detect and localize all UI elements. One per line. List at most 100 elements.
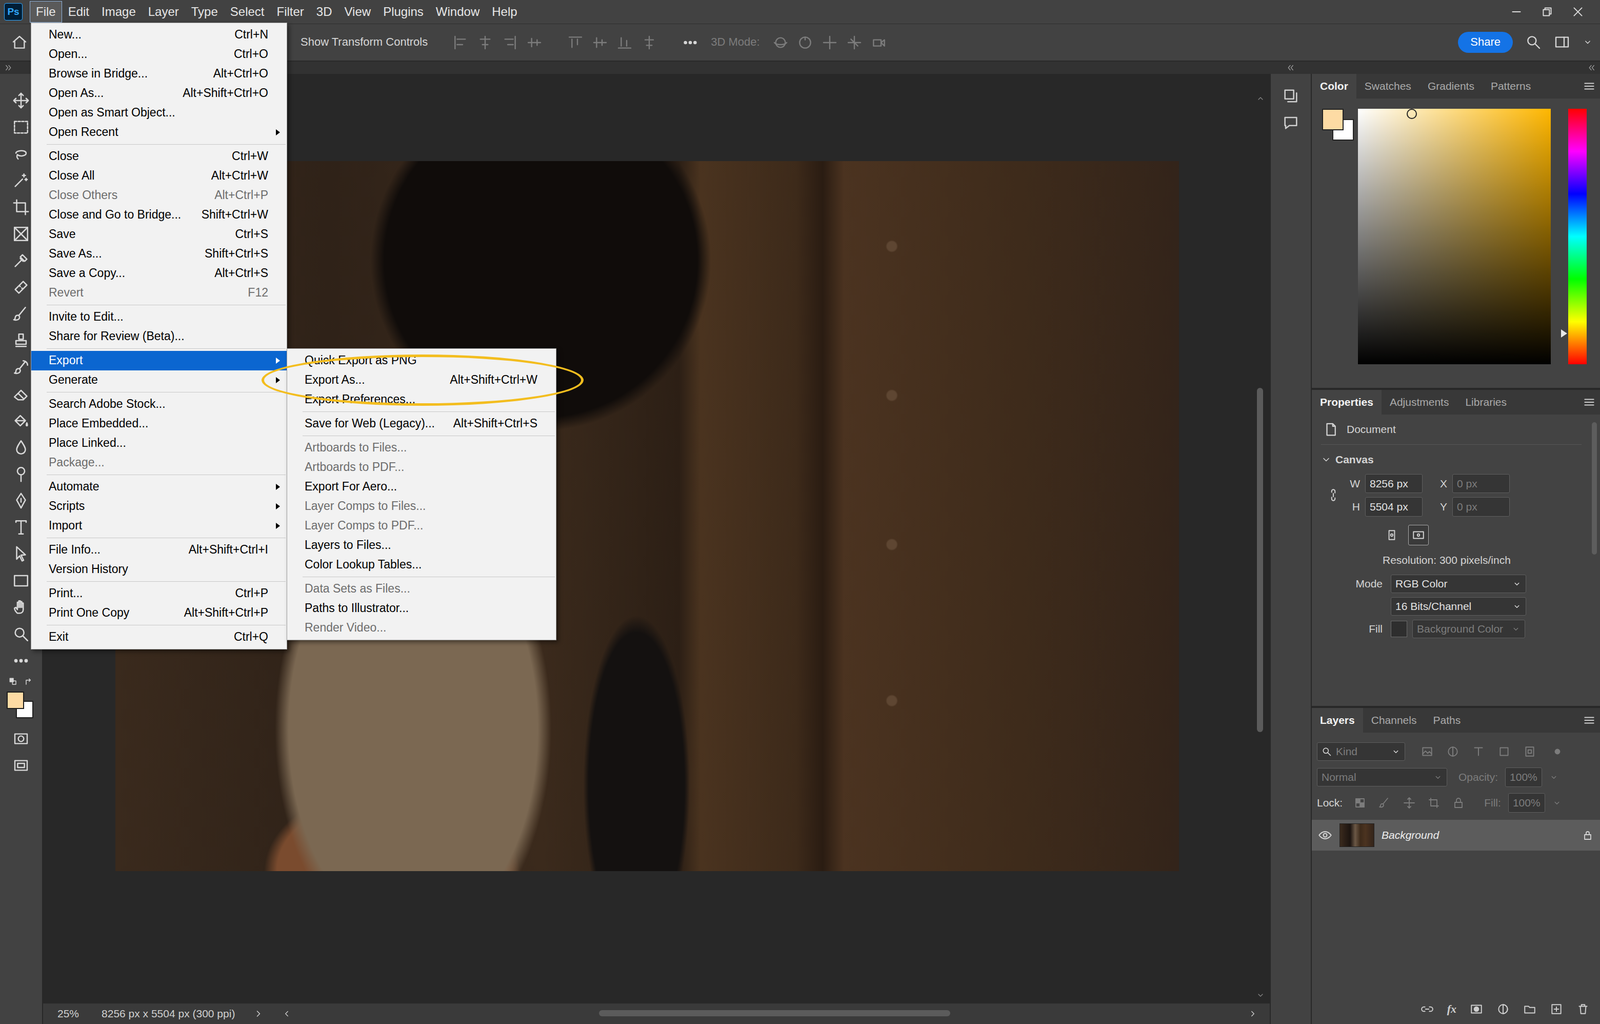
menu-entry[interactable]: Quick Export as PNG	[287, 350, 556, 371]
menu-entry[interactable]: Open Recent	[31, 122, 287, 143]
menu-entry[interactable]: Layers to Files...	[287, 535, 556, 555]
zoom-level[interactable]: 25%	[57, 1006, 79, 1020]
fill-caret-icon[interactable]	[1552, 797, 1562, 808]
type-tool-icon[interactable]	[12, 518, 30, 536]
menu-entry[interactable]: Import	[31, 515, 287, 536]
opacity-field[interactable]: 100%	[1505, 767, 1543, 787]
delete-layer-icon[interactable]	[1576, 1002, 1590, 1016]
chain-link-icon[interactable]	[1326, 488, 1340, 502]
scroll-down-icon[interactable]	[1256, 990, 1265, 999]
paint-bucket-tool-icon[interactable]	[12, 411, 30, 430]
expand-toolbar-icon[interactable]	[4, 63, 14, 73]
horizontal-scroll-thumb[interactable]	[598, 1009, 950, 1016]
minimize-icon[interactable]	[1509, 5, 1524, 19]
slide-3d-icon[interactable]	[846, 34, 863, 51]
opacity-caret-icon[interactable]	[1549, 772, 1559, 782]
menu-entry[interactable]: ExportQuick Export as PNGExport As...Alt…	[31, 350, 287, 371]
adjustment-filter-icon[interactable]	[1446, 744, 1460, 758]
pixel-filter-icon[interactable]	[1420, 744, 1434, 758]
blend-mode-select[interactable]: Normal	[1316, 767, 1448, 787]
menu-entry[interactable]: Save for Web (Legacy)...Alt+Shift+Ctrl+S	[287, 413, 556, 434]
menu-entry[interactable]: Place Linked...	[31, 433, 287, 453]
align-right-icon[interactable]	[501, 34, 518, 51]
menu-entry[interactable]: Browse in Bridge...Alt+Ctrl+O	[31, 64, 287, 84]
menu-bar-item[interactable]: Filter	[270, 1, 311, 24]
panel-tab[interactable]: Properties	[1311, 389, 1382, 415]
rectangle-tool-icon[interactable]	[12, 571, 30, 590]
search-icon[interactable]	[1525, 33, 1542, 51]
menu-entry[interactable]: Color Lookup Tables...	[287, 554, 556, 575]
panel-tab[interactable]: Layers	[1311, 707, 1364, 733]
align-middle-icon[interactable]	[591, 34, 609, 51]
horizontal-scroll-track[interactable]	[295, 1009, 1245, 1017]
filter-toggle-icon[interactable]	[1551, 745, 1564, 757]
menu-entry[interactable]: Export Preferences...	[287, 389, 556, 410]
menu-entry[interactable]: Close AllAlt+Ctrl+W	[31, 166, 287, 186]
vertical-scroll-thumb[interactable]	[1256, 387, 1264, 732]
lock-artboard-icon[interactable]	[1427, 796, 1440, 809]
move-tool-icon[interactable]	[12, 91, 30, 110]
type-filter-icon[interactable]	[1471, 744, 1486, 758]
path-selection-tool-icon[interactable]	[12, 545, 30, 563]
quick-mask-button[interactable]	[0, 725, 43, 752]
orientation-button[interactable]	[1408, 524, 1429, 546]
lock-all-icon[interactable]	[1452, 796, 1465, 809]
menu-entry[interactable]: Generate	[31, 370, 287, 390]
menu-bar-item[interactable]: Image	[95, 1, 143, 24]
menu-bar-item[interactable]: Help	[485, 1, 524, 24]
align-bottom-icon[interactable]	[616, 34, 633, 51]
panel-tab[interactable]: Swatches	[1356, 73, 1420, 99]
properties-scrollbar[interactable]	[1588, 414, 1600, 706]
menu-entry[interactable]: Close and Go to Bridge...Shift+Ctrl+W	[31, 205, 287, 225]
close-icon[interactable]	[1571, 5, 1585, 19]
shape-filter-icon[interactable]	[1497, 744, 1511, 758]
menu-entry[interactable]: Search Adobe Stock...	[31, 394, 287, 414]
hue-slider[interactable]	[1568, 108, 1587, 365]
layer-thumbnail[interactable]	[1339, 823, 1375, 847]
tool-button[interactable]	[0, 647, 43, 674]
workspace-icon[interactable]	[1553, 33, 1571, 51]
crop-tool-icon[interactable]	[12, 198, 30, 216]
menu-entry[interactable]: New...Ctrl+N	[31, 25, 287, 45]
menu-entry[interactable]: Version History	[31, 559, 287, 579]
fill-opacity-field[interactable]: 100%	[1508, 792, 1546, 812]
menu-bar-item[interactable]: Type	[185, 1, 225, 24]
menu-bar-item[interactable]: View	[338, 1, 378, 24]
vertical-scroll-track[interactable]	[1256, 105, 1265, 988]
menu-entry[interactable]: Place Embedded...	[31, 413, 287, 434]
menu-entry[interactable]: Paths to Illustrator...	[287, 598, 556, 618]
new-layer-icon[interactable]	[1549, 1002, 1564, 1016]
scale-3d-icon[interactable]	[870, 34, 888, 51]
blur-tool-icon[interactable]	[12, 438, 30, 456]
adjustment-layer-icon[interactable]	[1496, 1002, 1510, 1016]
marquee-tool-icon[interactable]	[12, 118, 30, 136]
foreground-color-swatch[interactable]	[1322, 108, 1344, 131]
more-options-icon[interactable]	[682, 34, 699, 51]
menu-bar-item[interactable]: Plugins	[376, 1, 430, 24]
menu-entry[interactable]: Open As...Alt+Shift+Ctrl+O	[31, 83, 287, 104]
layer-filter-select[interactable]: Kind	[1316, 742, 1406, 761]
panel-menu-icon[interactable]	[1582, 713, 1596, 727]
panel-tab[interactable]: Adjustments	[1381, 389, 1458, 415]
collapse-icons-icon[interactable]	[1285, 63, 1295, 73]
bit-depth-select[interactable]: 16 Bits/Channel	[1390, 596, 1527, 616]
menu-entry[interactable]: CloseCtrl+W	[31, 146, 287, 167]
panel-tab[interactable]: Gradients	[1419, 73, 1483, 99]
lock-position-icon[interactable]	[1403, 796, 1416, 809]
menu-entry[interactable]: Invite to Edit...	[31, 307, 287, 327]
menu-entry[interactable]: Export For Aero...	[287, 476, 556, 497]
color-picker-field[interactable]	[1357, 108, 1551, 365]
menu-bar-item[interactable]: Edit	[62, 1, 96, 24]
frame-tool-icon[interactable]	[12, 225, 30, 243]
swap-colors-icon[interactable]	[23, 676, 34, 687]
add-mask-icon[interactable]	[1469, 1002, 1484, 1016]
menu-entry[interactable]: Scripts	[31, 496, 287, 516]
magic-wand-tool-icon[interactable]	[12, 171, 30, 190]
distribute-icon[interactable]	[526, 34, 543, 51]
horizontal-scrollbar[interactable]	[282, 1008, 1258, 1018]
hue-slider-handle[interactable]	[1561, 329, 1568, 338]
panel-tab[interactable]: Paths	[1424, 707, 1469, 733]
pen-tool-icon[interactable]	[12, 491, 30, 510]
new-group-icon[interactable]	[1523, 1002, 1537, 1016]
section-chevron-icon[interactable]	[1321, 454, 1332, 465]
